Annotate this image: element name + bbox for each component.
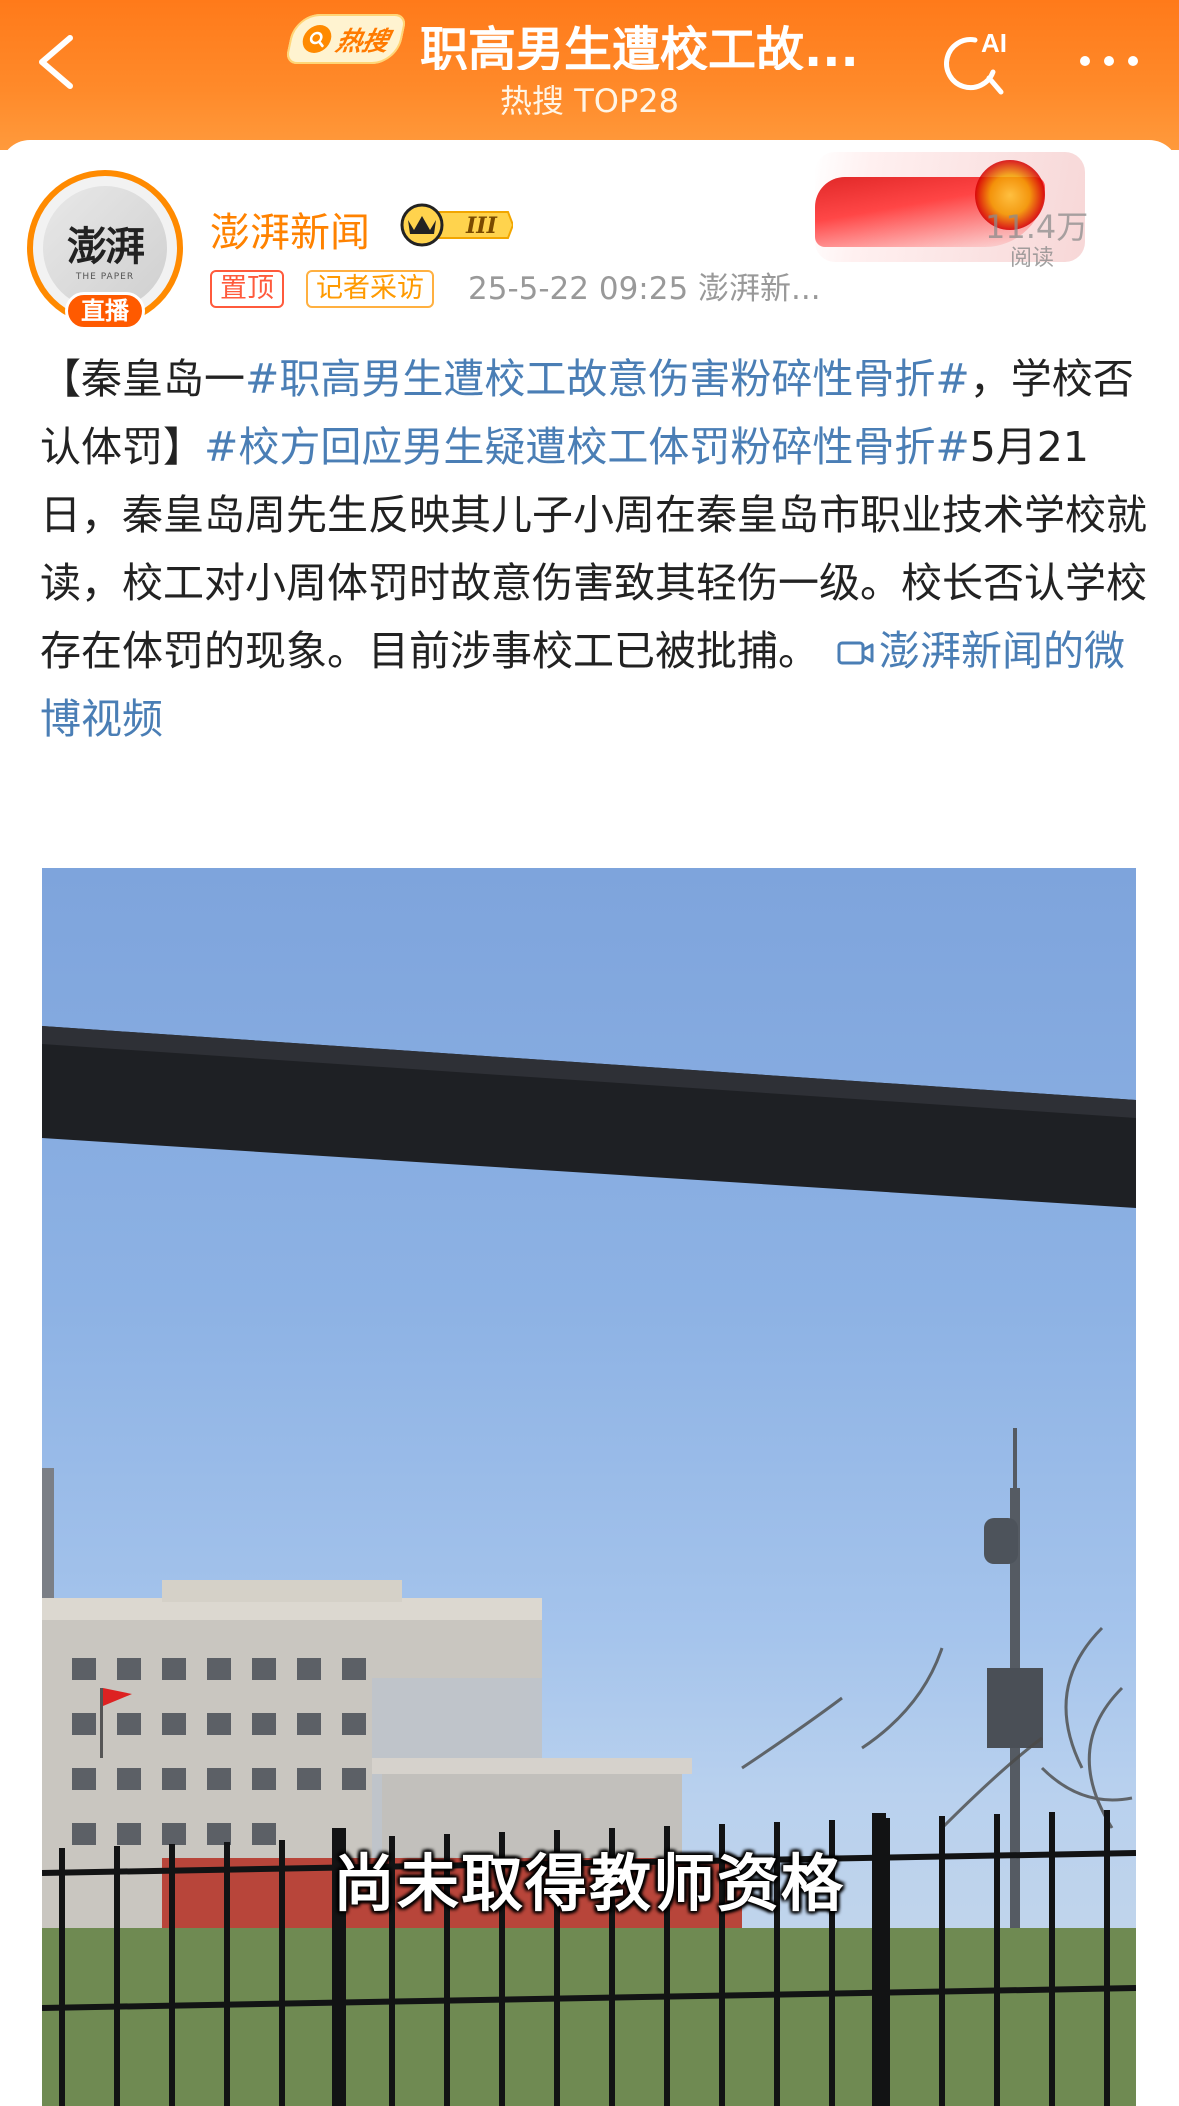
ai-label: AI bbox=[981, 28, 1007, 58]
ai-search-button[interactable]: AI bbox=[935, 22, 1015, 102]
video-caption: 尚未取得教师资格 bbox=[332, 1847, 845, 1920]
avatar-logo-text: 澎湃 bbox=[67, 223, 145, 270]
live-badge: 直播 bbox=[65, 292, 145, 330]
post-text: 【秦皇岛一#职高男生遭校工故意伤害粉碎性骨折#，学校否认体罚】#校方回应男生疑遭… bbox=[40, 345, 1150, 753]
post-meta: 25-5-22 09:25 澎湃新... bbox=[468, 271, 821, 307]
search-icon bbox=[300, 25, 334, 53]
avatar-logo-subtext: THE PAPER bbox=[75, 272, 135, 282]
hot-badge-label: 热搜 bbox=[333, 26, 392, 57]
video-camera-icon bbox=[837, 641, 874, 665]
more-dot-icon bbox=[1104, 56, 1114, 66]
more-dot-icon bbox=[1128, 56, 1138, 66]
author-name[interactable]: 澎湃新闻 bbox=[210, 200, 370, 258]
ai-search-icon: AI bbox=[944, 28, 1007, 95]
reporter-tag: 记者采访 bbox=[306, 270, 434, 308]
pinned-tag: 置顶 bbox=[210, 270, 284, 308]
vip-level-text: III bbox=[465, 213, 498, 239]
read-label: 阅读 bbox=[1010, 246, 1055, 271]
more-button[interactable] bbox=[1064, 46, 1154, 76]
more-dot-icon bbox=[1080, 56, 1090, 66]
author-avatar[interactable]: 澎湃 THE PAPER 直播 bbox=[27, 170, 183, 330]
crown-icon: III bbox=[400, 203, 515, 247]
top-header: 热搜 职高男生遭校工故... 热搜 TOP28 AI bbox=[0, 0, 1179, 150]
post-card: 澎湃 THE PAPER 直播 澎湃新闻 III 置顶 记者采访 25-5-22… bbox=[0, 140, 1179, 2106]
video-thumbnail[interactable]: 尚未取得教师资格 bbox=[42, 868, 1136, 2106]
vip-level-badge[interactable]: III bbox=[398, 202, 515, 248]
hot-search-badge: 热搜 bbox=[284, 14, 408, 64]
hashtag-link[interactable]: #职高男生遭校工故意伤害粉碎性骨折# bbox=[245, 355, 970, 403]
page-title: 职高男生遭校工故... bbox=[420, 22, 859, 70]
hashtag-link[interactable]: #校方回应男生疑遭校工体罚粉碎性骨折# bbox=[204, 423, 970, 471]
post-text-segment: 【秦皇岛一 bbox=[40, 355, 245, 403]
